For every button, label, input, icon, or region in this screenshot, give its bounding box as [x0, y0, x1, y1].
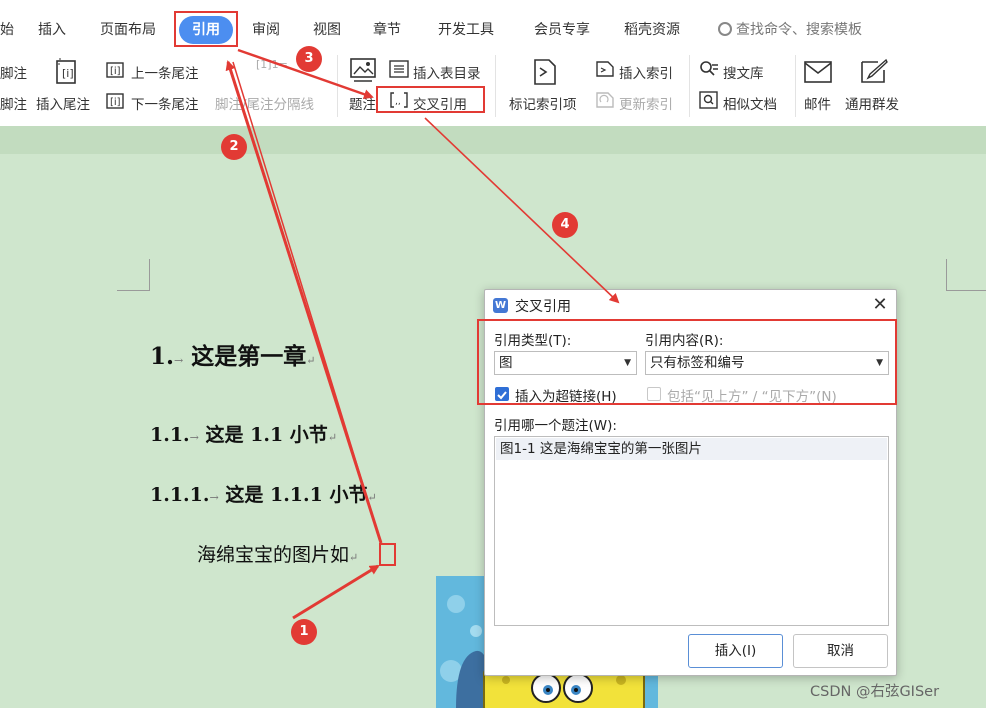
annotation-arrows	[225, 48, 620, 620]
csdn-watermark: CSDN @右弦GISer	[810, 684, 940, 700]
annotation-badge-1: 1	[291, 619, 317, 645]
annotation-badge-4: 4	[552, 212, 578, 238]
annotation-badge-2: 2	[221, 134, 247, 160]
annotation-badge-3: 3	[296, 46, 322, 72]
